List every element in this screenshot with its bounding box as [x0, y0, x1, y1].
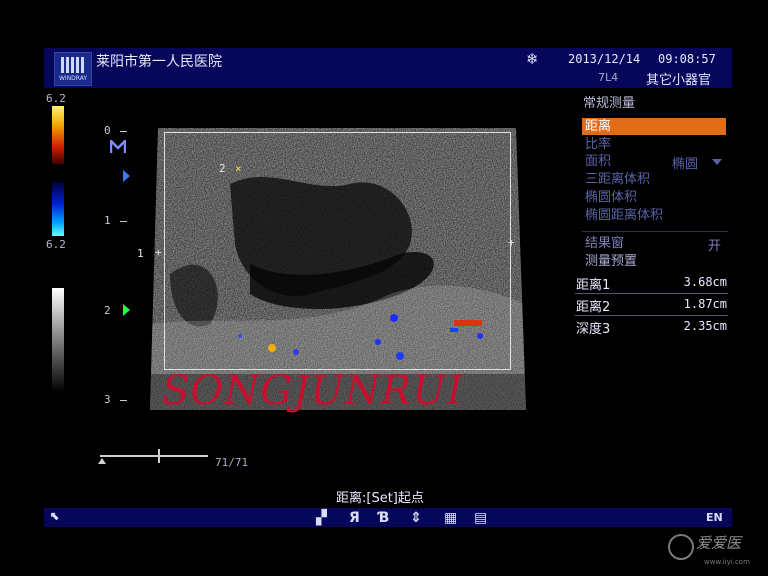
depth-tick [120, 131, 127, 132]
color-velocity-bar-positive [52, 106, 64, 164]
result-value-3: 2.35cm [683, 319, 727, 333]
result-divider [575, 293, 728, 294]
menu-item-ellipse-distance-volume[interactable]: 椭圆距离体积 [585, 207, 725, 224]
depth-tick [120, 400, 127, 401]
color-scale-max: 6.2 [46, 92, 66, 105]
cine-frame-counter: 71/71 [215, 456, 249, 469]
result-label-1: 距离1 [576, 278, 611, 293]
caliper-plus-icon[interactable]: + [508, 236, 515, 249]
color-scale-min: 6.2 [46, 238, 66, 251]
depth-label-1: 1 [104, 214, 111, 227]
menu-item-three-distance-volume[interactable]: 三距离体积 [585, 171, 725, 188]
site-logo-text: 爱爱医 [696, 534, 742, 552]
status-prompt: 距离:[Set]起点 [336, 491, 424, 506]
caliper-x-icon[interactable]: × [235, 162, 242, 175]
cursor-icon[interactable]: ⬉ [50, 509, 60, 523]
logo-brand-text: WINDRAY [58, 75, 88, 82]
result-window-label[interactable]: 结果窗 [585, 235, 725, 252]
color-velocity-bar-negative [52, 182, 64, 236]
focus-arrow-icon[interactable] [123, 170, 130, 182]
windray-logo: WINDRAY [54, 52, 92, 86]
language-indicator[interactable]: EN [706, 511, 723, 524]
result-value-2: 1.87cm [683, 297, 727, 311]
watermark-text: SONGJUNRUI [162, 368, 464, 414]
grayscale-bar [52, 288, 64, 392]
time-display: 09:08:57 [658, 52, 716, 66]
caliper-plus-icon[interactable]: + [155, 246, 162, 259]
flip-vertical-icon[interactable]: Ɓ [378, 510, 389, 526]
marker-label-2: 2 [219, 162, 226, 175]
area-mode-select[interactable]: 椭圆 [672, 153, 698, 172]
menu-item-ellipse-volume[interactable]: 椭圆体积 [585, 189, 725, 206]
site-logo-icon [668, 534, 694, 560]
menu-item-distance[interactable]: 距离 [582, 118, 726, 135]
logo-bars-icon [61, 57, 85, 73]
depth-label-0: 0 [104, 124, 111, 137]
menu-title: 常规测量 [583, 96, 636, 111]
measurement-preset[interactable]: 测量预置 [585, 253, 725, 270]
layout-icon[interactable]: ▦ [444, 510, 457, 526]
rotate-icon[interactable]: ⇕ [410, 510, 422, 526]
cine-track[interactable] [100, 455, 208, 457]
m-mode-icon [110, 140, 126, 153]
date-display: 2013/12/14 [568, 52, 641, 66]
chevron-down-icon[interactable] [712, 159, 722, 165]
result-divider [575, 315, 728, 316]
depth-label-3: 3 [104, 393, 111, 406]
depth-label-2: 2 [104, 304, 111, 317]
invert-icon[interactable]: ▞ [316, 510, 327, 526]
focus-position-icon[interactable] [123, 304, 130, 316]
flip-horizontal-icon[interactable]: Я [349, 510, 360, 526]
result-label-3: 深度3 [576, 322, 611, 337]
menu-item-area[interactable]: 面积 [585, 153, 665, 170]
menu-item-ratio[interactable]: 比率 [585, 136, 725, 153]
snowflake-icon[interactable]: ❄ [526, 50, 539, 68]
hospital-name: 莱阳市第一人民医院 [96, 54, 222, 70]
cine-start-icon [98, 458, 106, 464]
marker-label-1: 1 [137, 247, 144, 260]
menu-divider [582, 231, 728, 232]
result-label-2: 距离2 [576, 300, 611, 315]
cine-handle[interactable] [158, 449, 161, 463]
result-window-state[interactable]: 开 [708, 235, 721, 254]
site-url: www.iiyi.com [704, 558, 750, 566]
report-icon[interactable]: ▤ [474, 510, 487, 526]
depth-tick [120, 221, 127, 222]
color-doppler-roi-box[interactable] [164, 132, 511, 370]
exam-type: 其它小器官 [646, 73, 712, 88]
result-value-1: 3.68cm [683, 275, 727, 289]
probe-label: 7L4 [598, 71, 619, 84]
